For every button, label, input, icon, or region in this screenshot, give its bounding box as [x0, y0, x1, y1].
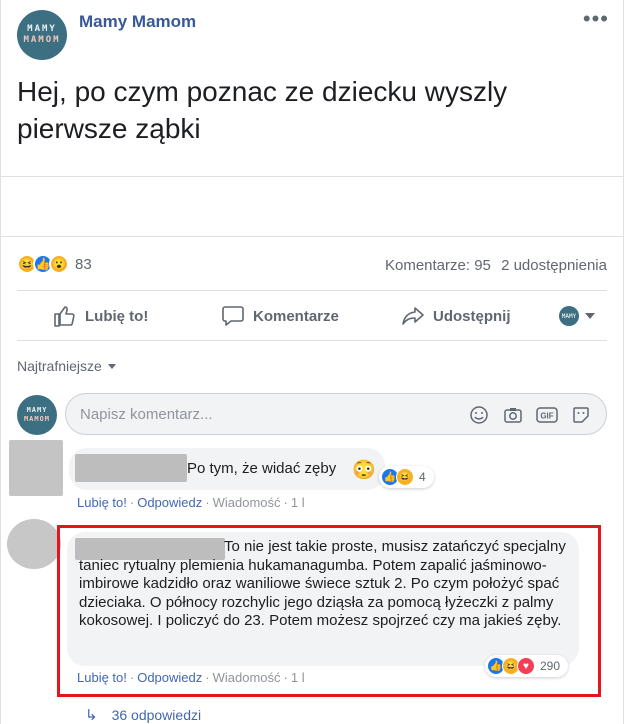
- reaction-count: 83: [75, 255, 92, 273]
- reply-arrow-icon: ↳: [85, 707, 98, 724]
- camera-icon[interactable]: [502, 404, 524, 426]
- avatar-text-line1: MAMY: [27, 24, 57, 34]
- share-arrow-icon: [402, 307, 424, 325]
- comment-sort-dropdown[interactable]: Najtrafniejsze: [17, 358, 116, 374]
- comment-input-icons: GIF: [456, 404, 592, 426]
- post-text: Hej, po czym poznac ze dziecku wyszly pi…: [17, 76, 508, 144]
- sort-label: Najtrafniejsze: [17, 358, 102, 374]
- comment-time[interactable]: 1 l: [291, 495, 305, 510]
- share-button-label: Udostępnij: [433, 307, 511, 325]
- page-name-link[interactable]: Mamy Mamom: [79, 12, 196, 32]
- comment-bubble: Po tym, że widać zęby 😳: [69, 448, 385, 490]
- post-card: MAMY MAMOM Mamy Mamom ••• Hej, po czym p…: [0, 0, 624, 724]
- post-stats: Komentarze: 95 2 udostępnienia: [385, 257, 607, 274]
- replies-count: 36 odpowiedzi: [111, 707, 202, 723]
- comment-text: Po tym, że widać zęby: [187, 460, 337, 477]
- comment-reaction-count: 4: [419, 470, 426, 484]
- shares-count-link[interactable]: 2 udostępnienia: [501, 257, 607, 274]
- flushed-emoji: 😳: [352, 460, 376, 481]
- comment-input-box[interactable]: GIF: [65, 393, 607, 435]
- share-button[interactable]: Udostępnij: [401, 305, 511, 327]
- commenter-avatar-redacted[interactable]: [9, 440, 63, 496]
- chevron-down-icon: [585, 313, 595, 319]
- avatar-text-line1: MAMY: [26, 406, 48, 414]
- avatar-text-line2: MAMOM: [23, 35, 61, 45]
- gif-icon[interactable]: GIF: [536, 404, 558, 426]
- haha-reaction-icon: 😆: [396, 468, 414, 486]
- share-as-selector[interactable]: MAMY: [559, 306, 595, 326]
- love-reaction-icon: ♥: [517, 657, 535, 675]
- avatar-text-line2: MAMOM: [23, 415, 51, 423]
- emoji-icon[interactable]: [468, 404, 490, 426]
- sticker-icon[interactable]: [570, 404, 592, 426]
- comment-like-link[interactable]: Lubię to!: [77, 670, 127, 685]
- post-actions: Lubię to! Komentarze Udostępnij MAMY: [1, 292, 623, 340]
- comment-button-label: Komentarze: [253, 307, 339, 325]
- comment-reply-link[interactable]: Odpowiedz: [137, 670, 202, 685]
- commenter-avatar-redacted[interactable]: [7, 519, 61, 569]
- comment-message-link[interactable]: Wiadomość: [213, 495, 281, 510]
- svg-text:GIF: GIF: [540, 412, 553, 421]
- comment-time[interactable]: 1 l: [291, 670, 305, 685]
- more-horizontal-icon[interactable]: •••: [583, 6, 609, 32]
- comment-reply-link[interactable]: Odpowiedz: [137, 495, 202, 510]
- comment-reactions[interactable]: 👍 😆 ♥ 290: [485, 655, 569, 677]
- comments-count-link[interactable]: Komentarze: 95: [385, 257, 491, 274]
- comment-meta: Lubię to! · Odpowiedz · Wiadomość · 1 l: [77, 670, 305, 685]
- comment-meta: Lubię to! · Odpowiedz · Wiadomość · 1 l: [77, 495, 305, 510]
- chevron-down-icon: [107, 363, 116, 369]
- comment-bubble: To nie jest takie proste, musisz zatańcz…: [67, 532, 579, 666]
- view-replies-link[interactable]: ↳ 36 odpowiedzi: [85, 706, 201, 724]
- divider: [17, 340, 607, 341]
- divider: [17, 290, 607, 291]
- comment-button[interactable]: Komentarze: [221, 305, 339, 327]
- wow-reaction-icon: 😮: [49, 254, 69, 274]
- commenter-avatar: MAMY MAMOM: [17, 395, 57, 435]
- like-button[interactable]: Lubię to!: [53, 305, 148, 327]
- comment-input[interactable]: [80, 405, 460, 423]
- comment-reaction-count: 290: [540, 659, 561, 673]
- comment-message-link[interactable]: Wiadomość: [213, 670, 281, 685]
- comment-bubble-icon: [222, 306, 244, 326]
- comment-text: To nie jest takie proste, musisz zatańcz…: [79, 538, 566, 630]
- comment-like-link[interactable]: Lubię to!: [77, 495, 127, 510]
- like-button-label: Lubię to!: [85, 307, 149, 325]
- thumbs-up-icon: [54, 306, 75, 327]
- page-avatar[interactable]: MAMY MAMOM: [17, 10, 67, 60]
- mini-page-avatar: MAMY: [559, 306, 579, 326]
- comment-reactions[interactable]: 👍 😆 4: [379, 466, 434, 488]
- post-reactions[interactable]: 😆 👍 😮 83: [17, 254, 92, 274]
- divider: [1, 176, 623, 177]
- commenter-name-redacted[interactable]: [75, 454, 187, 482]
- divider: [1, 236, 623, 237]
